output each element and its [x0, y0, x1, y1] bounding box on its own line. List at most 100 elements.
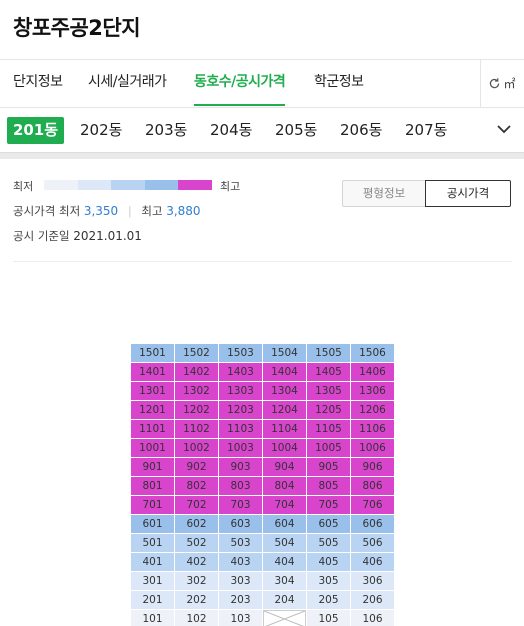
unit-cell[interactable]: 1404 [263, 363, 306, 381]
unit-cell[interactable]: 1101 [131, 420, 174, 438]
unit-cell[interactable]: 1205 [307, 401, 350, 419]
unit-cell[interactable]: 1306 [351, 382, 394, 400]
unit-cell[interactable]: 401 [131, 553, 174, 571]
unit-cell[interactable]: 605 [307, 515, 350, 533]
unit-cell[interactable]: 203 [219, 591, 262, 609]
unit-cell[interactable]: 902 [175, 458, 218, 476]
unit-cell[interactable]: 1006 [351, 439, 394, 457]
dong-tab-204[interactable]: 204동 [210, 117, 252, 144]
unit-cell[interactable]: 704 [263, 496, 306, 514]
dong-tab-206[interactable]: 206동 [340, 117, 382, 144]
unit-cell[interactable]: 204 [263, 591, 306, 609]
unit-cell[interactable]: 1305 [307, 382, 350, 400]
unit-cell[interactable]: 506 [351, 534, 394, 552]
unit-cell[interactable]: 1501 [131, 344, 174, 362]
unit-cell[interactable]: 102 [175, 610, 218, 626]
unit-cell[interactable]: 606 [351, 515, 394, 533]
area-info-button[interactable]: 평형정보 [342, 180, 426, 207]
unit-cell[interactable]: 601 [131, 515, 174, 533]
unit-cell[interactable]: 703 [219, 496, 262, 514]
unit-cell[interactable]: 1401 [131, 363, 174, 381]
chevron-down-icon[interactable] [496, 121, 512, 137]
unit-cell[interactable]: 1001 [131, 439, 174, 457]
unit-cell[interactable]: 1505 [307, 344, 350, 362]
unit-cell[interactable]: 202 [175, 591, 218, 609]
unit-cell[interactable]: 501 [131, 534, 174, 552]
unit-cell[interactable]: 903 [219, 458, 262, 476]
unit-cell[interactable]: 805 [307, 477, 350, 495]
unit-cell[interactable]: 1105 [307, 420, 350, 438]
unit-cell[interactable]: 1503 [219, 344, 262, 362]
unit-cell[interactable]: 306 [351, 572, 394, 590]
tab-complex-info[interactable]: 단지정보 [13, 60, 63, 107]
unit-cell[interactable]: 502 [175, 534, 218, 552]
dong-tab-207[interactable]: 207동 [405, 117, 447, 144]
unit-cell[interactable]: 1201 [131, 401, 174, 419]
unit-cell[interactable]: 206 [351, 591, 394, 609]
unit-cell[interactable]: 201 [131, 591, 174, 609]
unit-cell[interactable]: 403 [219, 553, 262, 571]
unit-cell[interactable]: 1206 [351, 401, 394, 419]
unit-cell[interactable]: 706 [351, 496, 394, 514]
tab-unit-public-price[interactable]: 동호수/공시가격 [194, 60, 286, 107]
unit-toggle-button[interactable]: ㎡ [480, 60, 524, 107]
unit-cell[interactable]: 106 [351, 610, 394, 626]
unit-cell[interactable]: 1405 [307, 363, 350, 381]
unit-cell[interactable]: 1003 [219, 439, 262, 457]
unit-cell[interactable]: 906 [351, 458, 394, 476]
unit-cell[interactable]: 604 [263, 515, 306, 533]
unit-cell[interactable]: 1504 [263, 344, 306, 362]
dong-tab-203[interactable]: 203동 [145, 117, 187, 144]
unit-cell[interactable]: 1402 [175, 363, 218, 381]
unit-cell[interactable]: 1203 [219, 401, 262, 419]
unit-cell[interactable]: 803 [219, 477, 262, 495]
unit-cell[interactable]: 503 [219, 534, 262, 552]
unit-cell[interactable]: 302 [175, 572, 218, 590]
unit-cell[interactable]: 705 [307, 496, 350, 514]
unit-cell[interactable]: 1506 [351, 344, 394, 362]
unit-cell[interactable]: 1104 [263, 420, 306, 438]
tab-school-info[interactable]: 학군정보 [314, 60, 364, 107]
unit-cell[interactable]: 804 [263, 477, 306, 495]
unit-cell[interactable]: 1106 [351, 420, 394, 438]
unit-cell[interactable]: 1103 [219, 420, 262, 438]
unit-cell[interactable]: 905 [307, 458, 350, 476]
unit-cell[interactable]: 405 [307, 553, 350, 571]
dong-tab-205[interactable]: 205동 [275, 117, 317, 144]
unit-cell[interactable]: 901 [131, 458, 174, 476]
dong-tab-202[interactable]: 202동 [80, 117, 122, 144]
unit-cell[interactable]: 701 [131, 496, 174, 514]
unit-cell[interactable]: 1204 [263, 401, 306, 419]
unit-cell[interactable]: 305 [307, 572, 350, 590]
unit-cell[interactable]: 806 [351, 477, 394, 495]
unit-cell[interactable]: 1406 [351, 363, 394, 381]
public-price-button[interactable]: 공시가격 [425, 180, 511, 207]
unit-cell[interactable]: 101 [131, 610, 174, 626]
unit-cell[interactable]: 602 [175, 515, 218, 533]
unit-cell[interactable]: 303 [219, 572, 262, 590]
unit-cell[interactable]: 301 [131, 572, 174, 590]
unit-cell[interactable]: 702 [175, 496, 218, 514]
unit-cell[interactable]: 1202 [175, 401, 218, 419]
unit-cell[interactable]: 1004 [263, 439, 306, 457]
unit-cell[interactable]: 505 [307, 534, 350, 552]
unit-cell[interactable]: 1102 [175, 420, 218, 438]
unit-cell[interactable]: 1002 [175, 439, 218, 457]
unit-cell[interactable]: 1301 [131, 382, 174, 400]
unit-cell[interactable]: 504 [263, 534, 306, 552]
unit-cell[interactable]: 603 [219, 515, 262, 533]
unit-cell[interactable]: 304 [263, 572, 306, 590]
dong-tab-201[interactable]: 201동 [7, 117, 64, 144]
tab-market-price[interactable]: 시세/실거래가 [88, 60, 167, 107]
unit-cell[interactable]: 1502 [175, 344, 218, 362]
unit-cell[interactable]: 404 [263, 553, 306, 571]
unit-cell[interactable]: 801 [131, 477, 174, 495]
unit-cell[interactable]: 205 [307, 591, 350, 609]
unit-cell[interactable]: 103 [219, 610, 262, 626]
unit-cell[interactable]: 802 [175, 477, 218, 495]
unit-cell[interactable]: 1005 [307, 439, 350, 457]
unit-cell[interactable]: 1302 [175, 382, 218, 400]
unit-cell[interactable]: 105 [307, 610, 350, 626]
unit-cell[interactable]: 402 [175, 553, 218, 571]
unit-cell[interactable]: 1403 [219, 363, 262, 381]
